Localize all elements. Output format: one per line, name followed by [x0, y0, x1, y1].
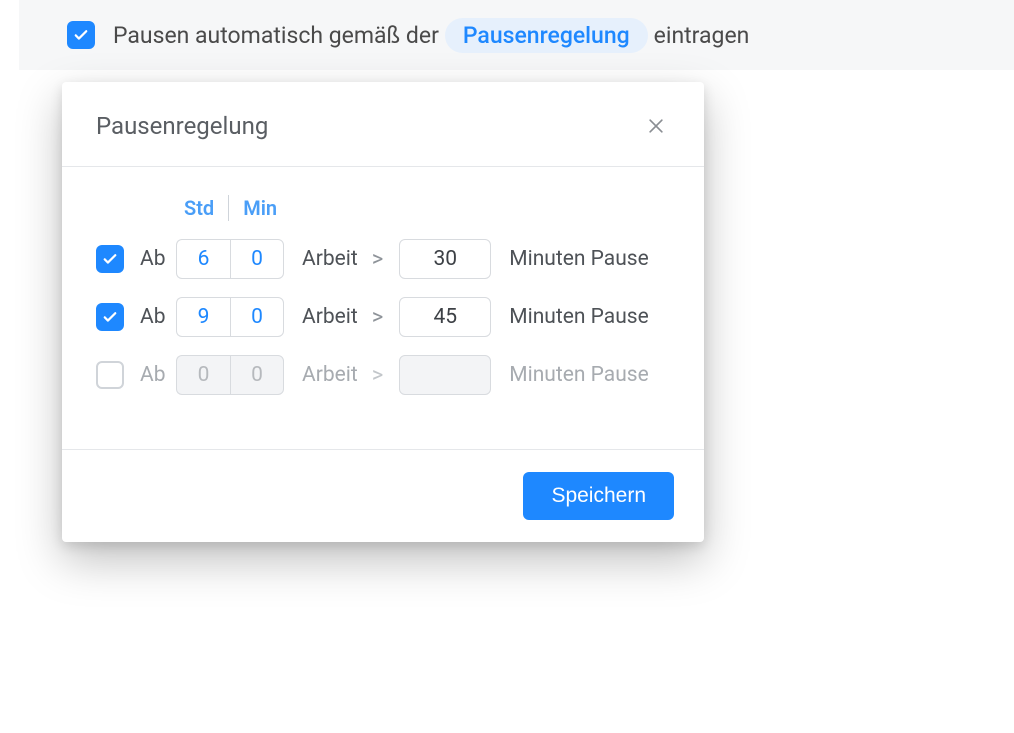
close-button[interactable]	[642, 112, 670, 140]
minutes-input[interactable]: 0	[230, 239, 284, 279]
header-std: Std	[184, 196, 214, 220]
auto-break-setting-row: Pausen automatisch gemäß der Pausenregel…	[19, 0, 1014, 70]
arrow-icon: >	[372, 247, 384, 272]
arrow-icon: >	[372, 363, 384, 388]
auto-break-label-before: Pausen automatisch gemäß der	[113, 22, 439, 49]
modal-body: Std Min Ab 6 0 Arbeit > 30 Minuten Pause	[62, 167, 704, 449]
close-icon	[646, 116, 666, 136]
hours-input[interactable]: 6	[176, 239, 230, 279]
label-ab: Ab	[140, 247, 176, 271]
column-header: Std Min	[184, 195, 670, 221]
label-arbeit: Arbeit	[302, 363, 358, 387]
rule-row: Ab 6 0 Arbeit > 30 Minuten Pause	[96, 239, 670, 279]
label-arbeit: Arbeit	[302, 305, 358, 329]
pause-input[interactable]: 45	[399, 297, 491, 337]
label-ab: Ab	[140, 305, 176, 329]
rule-row: Ab 0 0 Arbeit > Minuten Pause	[96, 355, 670, 395]
label-minuten-pause: Minuten Pause	[509, 247, 649, 271]
header-divider	[228, 195, 229, 221]
save-button[interactable]: Speichern	[523, 472, 674, 520]
pause-input[interactable]: 30	[399, 239, 491, 279]
break-rules-modal: Pausenregelung Std Min Ab 6 0 Arbeit > 3	[62, 82, 704, 542]
break-rules-link[interactable]: Pausenregelung	[445, 18, 648, 53]
rule-enable-checkbox[interactable]	[96, 361, 124, 389]
hours-input[interactable]: 0	[176, 355, 230, 395]
rule-enable-checkbox[interactable]	[96, 245, 124, 273]
label-arbeit: Arbeit	[302, 247, 358, 271]
rule-enable-checkbox[interactable]	[96, 303, 124, 331]
label-ab: Ab	[140, 363, 176, 387]
modal-title: Pausenregelung	[96, 112, 268, 140]
minutes-input[interactable]: 0	[230, 297, 284, 337]
modal-header: Pausenregelung	[62, 82, 704, 167]
modal-footer: Speichern	[62, 449, 704, 542]
hours-input[interactable]: 9	[176, 297, 230, 337]
arrow-icon: >	[372, 305, 384, 330]
header-min: Min	[243, 196, 277, 220]
check-icon	[101, 308, 119, 326]
rule-row: Ab 9 0 Arbeit > 45 Minuten Pause	[96, 297, 670, 337]
check-icon	[101, 250, 119, 268]
auto-break-checkbox[interactable]	[67, 21, 95, 49]
auto-break-label-after: eintragen	[654, 22, 750, 49]
pause-input[interactable]	[399, 355, 491, 395]
label-minuten-pause: Minuten Pause	[509, 305, 649, 329]
check-icon	[72, 26, 90, 44]
minutes-input[interactable]: 0	[230, 355, 284, 395]
label-minuten-pause: Minuten Pause	[509, 363, 649, 387]
